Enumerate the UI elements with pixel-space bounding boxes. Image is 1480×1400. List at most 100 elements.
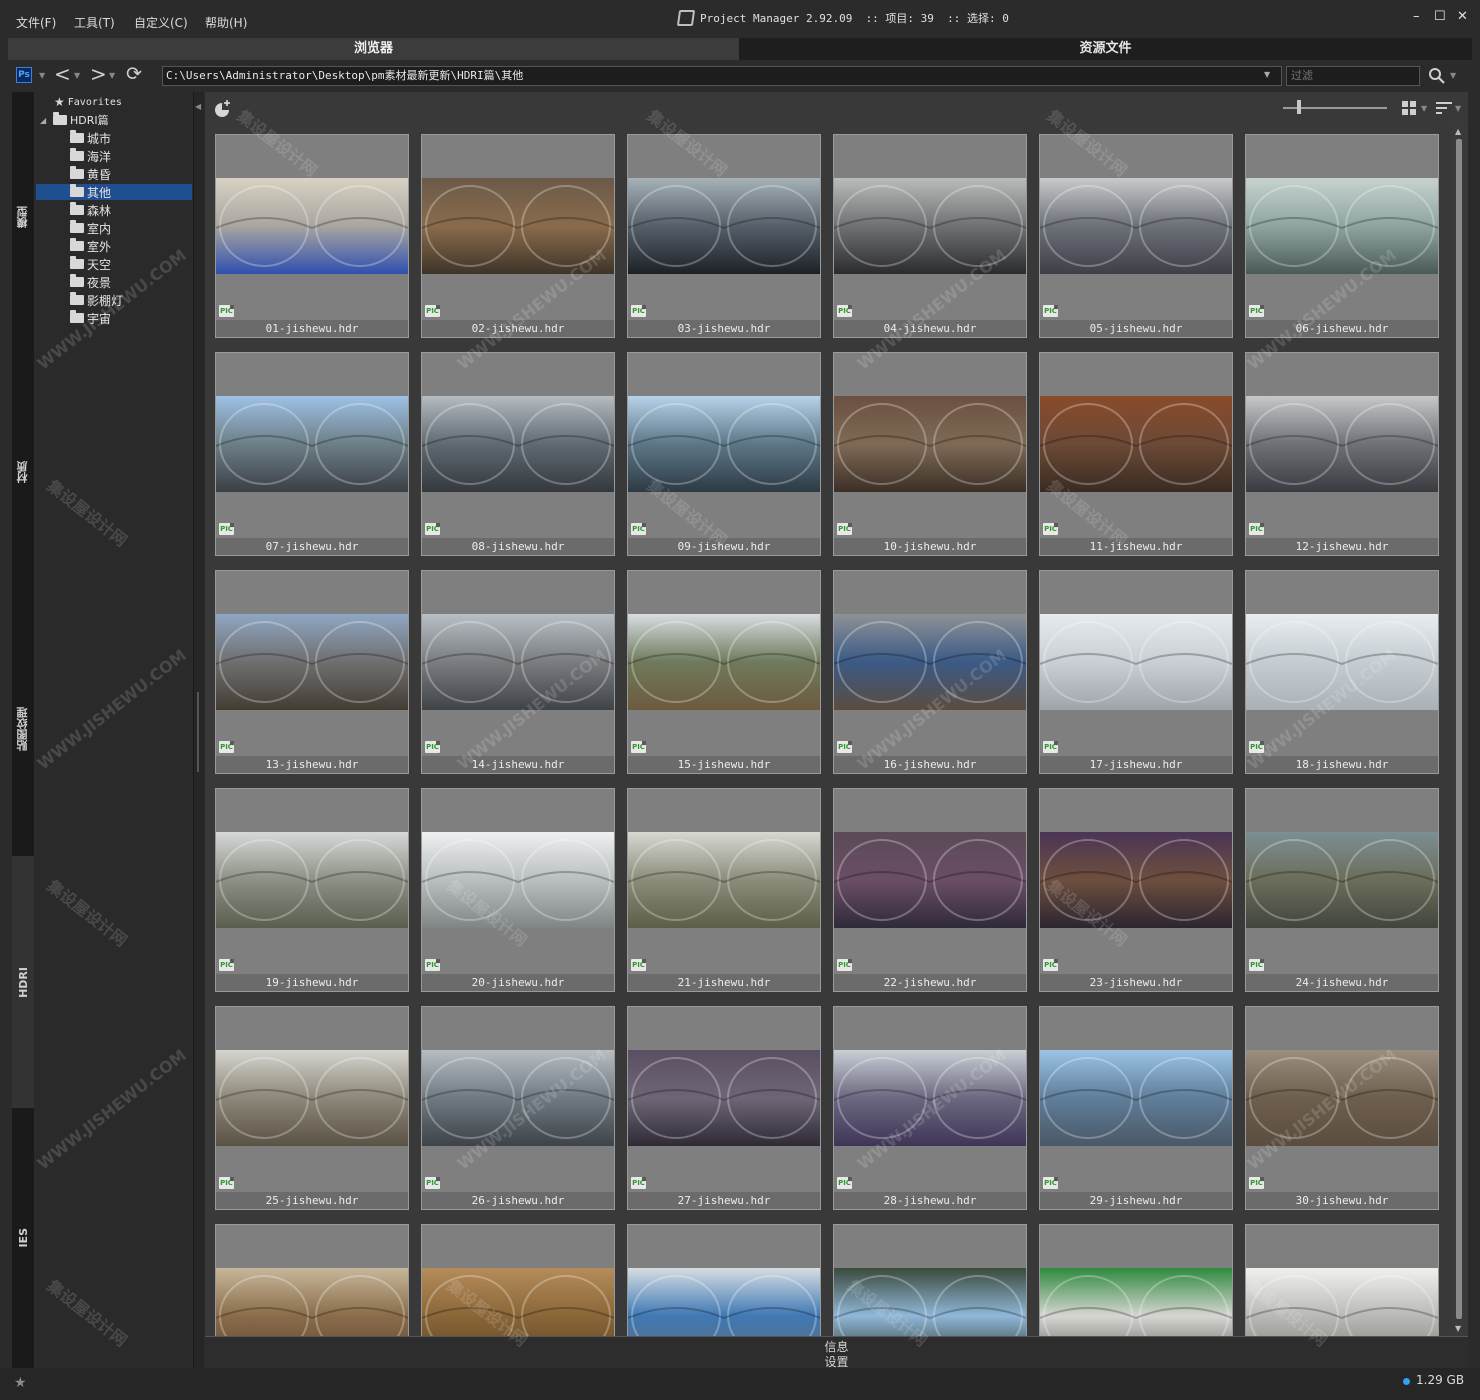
hdr-thumbnail[interactable] (422, 832, 614, 928)
menu-file[interactable]: 文件(F) (16, 14, 56, 31)
forward-button[interactable]: > (90, 63, 107, 85)
hdr-thumbnail[interactable] (834, 614, 1026, 710)
vertical-scrollbar[interactable]: ▲ ▼ (1452, 125, 1466, 1335)
file-card[interactable]: PIC 09-jishewu.hdr (627, 352, 821, 556)
search-icon[interactable] (1428, 67, 1446, 85)
file-card[interactable]: PIC 22-jishewu.hdr (833, 788, 1027, 992)
file-card[interactable] (627, 1224, 821, 1336)
slider-thumb[interactable] (1297, 100, 1301, 114)
grid-view-icon[interactable] (1401, 100, 1417, 116)
tree-item-folder[interactable]: 天空 (70, 256, 111, 272)
file-card[interactable]: PIC 20-jishewu.hdr (421, 788, 615, 992)
file-card[interactable]: PIC 05-jishewu.hdr (1039, 134, 1233, 338)
hdr-thumbnail[interactable] (1040, 614, 1232, 710)
hdr-thumbnail[interactable] (216, 614, 408, 710)
scrollbar-thumb[interactable] (1456, 139, 1462, 1319)
file-card[interactable]: PIC 21-jishewu.hdr (627, 788, 821, 992)
thumbnail-size-slider[interactable] (1283, 100, 1387, 114)
tree-item-folder[interactable]: 海洋 (70, 148, 111, 164)
collapse-arrow-icon[interactable]: ◀ (195, 102, 201, 111)
file-card[interactable]: PIC 01-jishewu.hdr (215, 134, 409, 338)
tab-hdri[interactable]: HDRI (12, 856, 34, 1108)
forward-history-caret-icon[interactable]: ▼ (109, 71, 115, 80)
hdr-thumbnail[interactable] (628, 1050, 820, 1146)
hdr-thumbnail[interactable] (834, 178, 1026, 274)
tree-item-folder[interactable]: 室内 (70, 220, 111, 236)
file-card[interactable]: PIC 30-jishewu.hdr (1245, 1006, 1439, 1210)
expand-arrow-icon[interactable]: ◢ (40, 116, 50, 125)
sort-caret-icon[interactable]: ▼ (1455, 104, 1461, 113)
hdr-thumbnail[interactable] (1246, 1050, 1438, 1146)
tab-browser[interactable]: 浏览器 (8, 38, 739, 60)
search-options-caret-icon[interactable]: ▼ (1450, 71, 1456, 80)
file-card[interactable] (1039, 1224, 1233, 1336)
hdr-thumbnail[interactable] (1040, 178, 1232, 274)
file-card[interactable]: PIC 04-jishewu.hdr (833, 134, 1027, 338)
minimize-button[interactable]: – (1413, 9, 1420, 24)
hdr-thumbnail[interactable] (1246, 1268, 1438, 1336)
file-card[interactable]: PIC 25-jishewu.hdr (215, 1006, 409, 1210)
file-card[interactable]: PIC 13-jishewu.hdr (215, 570, 409, 774)
hdr-thumbnail[interactable] (422, 1050, 614, 1146)
splitter-handle[interactable]: ◀ (193, 92, 204, 1368)
hdr-thumbnail[interactable] (628, 396, 820, 492)
tab-assets[interactable]: 资源文件 (739, 38, 1472, 60)
file-card[interactable]: PIC 08-jishewu.hdr (421, 352, 615, 556)
hdr-thumbnail[interactable] (1040, 832, 1232, 928)
tab-ies[interactable]: IES (12, 1108, 34, 1368)
hdr-thumbnail[interactable] (1040, 396, 1232, 492)
tab-models[interactable]: 模型 (12, 92, 34, 342)
hdr-thumbnail[interactable] (834, 1050, 1026, 1146)
scroll-down-arrow-icon[interactable]: ▼ (1455, 1324, 1461, 1333)
tree-item-hdri-root[interactable]: ◢ HDRI篇 (40, 112, 109, 128)
hdr-thumbnail[interactable] (1040, 1268, 1232, 1336)
file-card[interactable]: PIC 16-jishewu.hdr (833, 570, 1027, 774)
hdr-thumbnail[interactable] (834, 1268, 1026, 1336)
file-card[interactable]: PIC 23-jishewu.hdr (1039, 788, 1233, 992)
hdr-thumbnail[interactable] (1246, 178, 1438, 274)
hdr-thumbnail[interactable] (834, 396, 1026, 492)
star-icon[interactable]: ★ (14, 1375, 27, 1391)
hdr-thumbnail[interactable] (216, 178, 408, 274)
scroll-up-arrow-icon[interactable]: ▲ (1455, 127, 1461, 136)
splitter-grip[interactable] (197, 692, 199, 772)
file-card[interactable]: PIC 18-jishewu.hdr (1245, 570, 1439, 774)
file-card[interactable] (1245, 1224, 1439, 1336)
sort-icon[interactable] (1435, 100, 1453, 116)
hdr-thumbnail[interactable] (216, 1268, 408, 1336)
hdr-thumbnail[interactable] (216, 832, 408, 928)
hdr-thumbnail[interactable] (628, 614, 820, 710)
add-folder-icon[interactable] (213, 100, 231, 118)
menu-tools[interactable]: 工具(T) (74, 14, 115, 31)
hdr-thumbnail[interactable] (628, 178, 820, 274)
filter-input[interactable]: 过滤 (1286, 66, 1420, 86)
tree-item-folder[interactable]: 黄昏 (70, 166, 111, 182)
tree-item-folder[interactable]: 室外 (70, 238, 111, 254)
path-input[interactable]: C:\Users\Administrator\Desktop\pm素材最新更新\… (162, 66, 1282, 86)
file-card[interactable]: PIC 11-jishewu.hdr (1039, 352, 1233, 556)
hdr-thumbnail[interactable] (422, 396, 614, 492)
file-card[interactable]: PIC 29-jishewu.hdr (1039, 1006, 1233, 1210)
hdr-thumbnail[interactable] (1246, 396, 1438, 492)
tree-item-folder[interactable]: 其他 (36, 184, 192, 200)
file-card[interactable]: PIC 10-jishewu.hdr (833, 352, 1027, 556)
hdr-thumbnail[interactable] (1246, 832, 1438, 928)
tab-textures[interactable]: 贴图纹理 (12, 602, 34, 856)
menu-custom[interactable]: 自定义(C) (134, 14, 188, 31)
photoshop-icon[interactable]: Ps (16, 67, 32, 83)
file-card[interactable] (215, 1224, 409, 1336)
hdr-thumbnail[interactable] (216, 396, 408, 492)
file-card[interactable]: PIC 12-jishewu.hdr (1245, 352, 1439, 556)
back-button[interactable]: < (54, 63, 71, 85)
hdr-thumbnail[interactable] (628, 832, 820, 928)
tree-item-folder[interactable]: 宇宙 (70, 310, 111, 326)
hdr-thumbnail[interactable] (628, 1268, 820, 1336)
file-card[interactable]: PIC 02-jishewu.hdr (421, 134, 615, 338)
hdr-thumbnail[interactable] (422, 178, 614, 274)
tree-item-folder[interactable]: 夜景 (70, 274, 111, 290)
file-card[interactable]: PIC 06-jishewu.hdr (1245, 134, 1439, 338)
file-card[interactable] (421, 1224, 615, 1336)
file-card[interactable]: PIC 14-jishewu.hdr (421, 570, 615, 774)
back-history-caret-icon[interactable]: ▼ (74, 71, 80, 80)
file-card[interactable]: PIC 19-jishewu.hdr (215, 788, 409, 992)
